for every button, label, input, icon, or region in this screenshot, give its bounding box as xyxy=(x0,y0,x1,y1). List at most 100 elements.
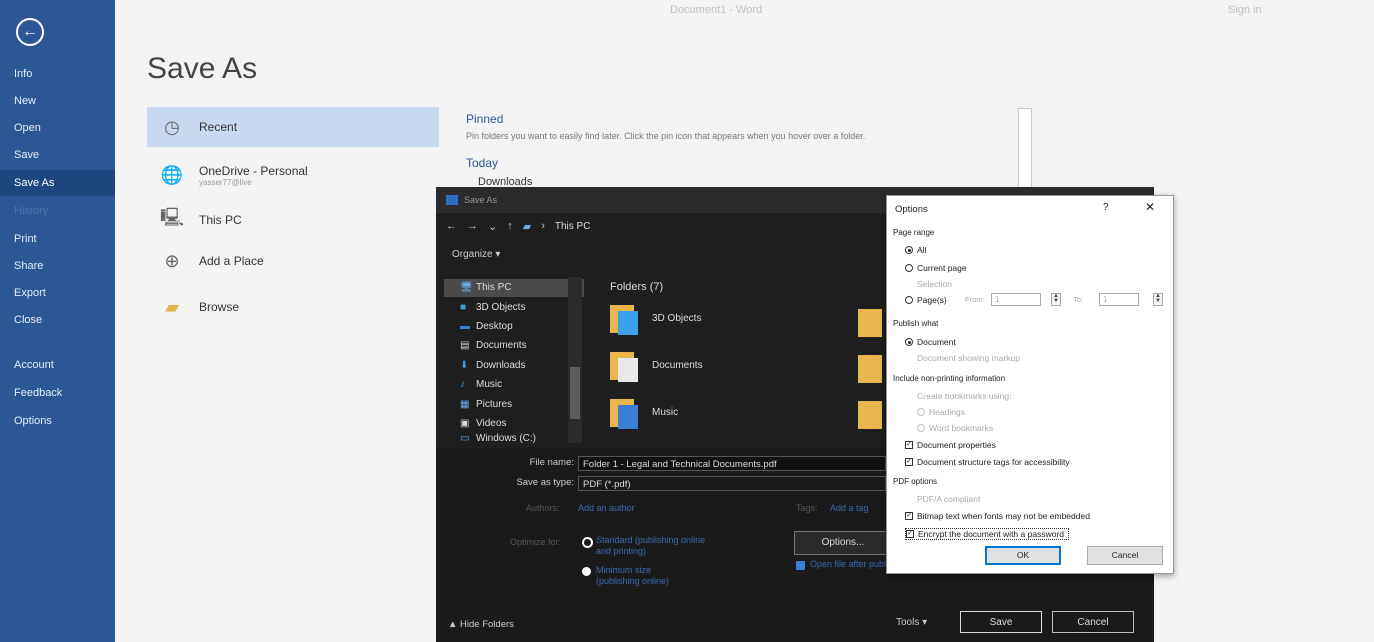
radio-label: Headings xyxy=(929,407,965,417)
document-radio[interactable]: Document xyxy=(905,337,956,347)
video-icon: ▣ xyxy=(460,418,470,429)
sidebar-item-info[interactable]: Info xyxy=(0,61,115,87)
encrypt-checkbox[interactable]: ✓ Encrypt the document with a password xyxy=(905,528,1069,540)
sidebar-item-account[interactable]: Account xyxy=(0,352,115,378)
breadcrumb-separator: › xyxy=(541,220,545,232)
nav-item-label: Documents xyxy=(476,340,527,351)
radio-label: Selection xyxy=(917,279,952,289)
to-spinner[interactable]: ▲ ▼ xyxy=(1153,293,1163,306)
file-name-input[interactable]: Folder 1 - Legal and Technical Documents… xyxy=(578,456,886,471)
organize-button[interactable]: Organize ▾ xyxy=(452,249,500,260)
nav-item-music[interactable]: ♪ Music xyxy=(460,376,502,394)
folder-icon[interactable] xyxy=(858,397,888,431)
open-after-checkbox[interactable] xyxy=(796,561,805,570)
to-input[interactable]: 1 xyxy=(1099,293,1139,306)
optimize-minimum-radio[interactable] xyxy=(582,567,591,576)
sidebar-item-feedback[interactable]: Feedback xyxy=(0,380,115,406)
from-spinner[interactable]: ▲ ▼ xyxy=(1051,293,1061,306)
options-button[interactable]: Options... xyxy=(794,531,892,555)
nav-item-documents[interactable]: ▤ Documents xyxy=(460,337,527,355)
sidebar-item-save[interactable]: Save xyxy=(0,142,115,168)
optimize-standard-radio[interactable] xyxy=(582,537,593,548)
breadcrumb[interactable]: This PC xyxy=(555,221,591,232)
location-onedrive[interactable]: 🌐 OneDrive - Personal yasser77@live xyxy=(147,155,439,195)
authors-field[interactable]: Add an author xyxy=(578,503,635,513)
radio-disabled xyxy=(917,424,925,432)
recent-folder-downloads[interactable]: Downloads xyxy=(478,176,558,188)
location-browse[interactable]: ▰ Browse xyxy=(147,287,439,327)
nav-item-label: Pictures xyxy=(476,399,513,410)
sidebar-item-open[interactable]: Open xyxy=(0,115,115,141)
nav-item-this-pc[interactable]: 🖥 This PC xyxy=(444,279,584,297)
checkbox-checked: ✓ xyxy=(905,458,913,466)
nav-item-downloads[interactable]: ⬇ Downloads xyxy=(460,357,525,375)
document-icon: ▤ xyxy=(460,340,470,351)
save-type-select[interactable]: PDF (*.pdf) xyxy=(578,476,886,491)
optimize-standard-label[interactable]: Standard (publishing online and printing… xyxy=(596,535,706,557)
scrollbar-thumb[interactable] xyxy=(570,367,580,419)
sidebar-item-new[interactable]: New xyxy=(0,88,115,114)
optimize-minimum-label[interactable]: Minimum size (publishing online) xyxy=(596,565,696,587)
pc-icon: 🖥 xyxy=(460,282,473,293)
bitmap-text-checkbox[interactable]: ✓ Bitmap text when fonts may not be embed… xyxy=(905,511,1090,521)
tools-button[interactable]: Tools ▾ xyxy=(896,617,927,628)
ok-button[interactable]: OK xyxy=(985,546,1061,565)
location-add-place[interactable]: ⊕ Add a Place xyxy=(147,241,439,281)
nav-item-3d-objects[interactable]: ■ 3D Objects xyxy=(460,299,525,317)
scrollbar[interactable] xyxy=(568,277,582,443)
radio-unselected xyxy=(905,296,913,304)
save-button[interactable]: Save xyxy=(960,611,1042,633)
nav-item-desktop[interactable]: ▬ Desktop xyxy=(460,318,513,336)
sidebar-item-print[interactable]: Print xyxy=(0,226,115,252)
tags-field[interactable]: Add a tag xyxy=(830,503,869,513)
folder-label: Documents xyxy=(652,359,703,371)
folder-icon[interactable] xyxy=(858,351,888,385)
options-cancel-button[interactable]: Cancel xyxy=(1087,546,1163,565)
folders-header[interactable]: Folders (7) xyxy=(610,281,663,293)
nav-item-label: Music xyxy=(476,379,503,390)
folder-documents[interactable]: Documents xyxy=(610,348,703,382)
save-type-label: Save as type: xyxy=(516,477,574,488)
current-page-radio[interactable]: Current page xyxy=(905,263,967,273)
forward-arrow-icon[interactable]: → xyxy=(467,220,478,232)
sidebar-item-save-as[interactable]: Save As xyxy=(0,170,115,196)
struct-tags-checkbox[interactable]: ✓ Document structure tags for accessibili… xyxy=(905,457,1070,467)
doc-properties-checkbox[interactable]: ✓ Document properties xyxy=(905,440,996,450)
help-icon[interactable]: ? xyxy=(1103,202,1109,213)
nav-item-windows-c[interactable]: ▭ Windows (C:) xyxy=(460,433,536,445)
nav-item-pictures[interactable]: ▦ Pictures xyxy=(460,396,512,414)
from-label: From: xyxy=(965,295,985,304)
pages-radio[interactable]: Page(s) xyxy=(905,295,947,305)
hide-folders-button[interactable]: ▲ Hide Folders xyxy=(448,619,514,630)
navigation-pane: 🖥 This PC ■ 3D Objects ▬ Desktop ▤ Documents… xyxy=(436,271,584,447)
location-recent[interactable]: ◷ Recent xyxy=(147,107,439,147)
close-icon[interactable]: ✕ xyxy=(1145,200,1155,214)
back-arrow-icon[interactable]: ← xyxy=(446,220,457,232)
pc-icon: 🖳 xyxy=(159,207,184,227)
all-radio[interactable]: All xyxy=(905,245,926,255)
location-this-pc[interactable]: 🖳 This PC xyxy=(147,200,439,240)
sidebar-item-share[interactable]: Share xyxy=(0,253,115,279)
folder-icon[interactable] xyxy=(858,305,888,339)
sidebar-item-options[interactable]: Options xyxy=(0,408,115,434)
up-arrow-icon[interactable]: ↑ xyxy=(507,220,513,232)
nonprint-header: Include non-printing information xyxy=(893,374,1006,383)
folder-3d-objects[interactable]: 3D Objects xyxy=(610,301,701,335)
account-name[interactable]: Sign in xyxy=(1228,4,1262,16)
from-input[interactable]: 1 xyxy=(991,293,1041,306)
pdf-options-header: PDF options xyxy=(893,477,938,486)
back-arrow-icon[interactable]: ← xyxy=(16,18,44,46)
radio-label: All xyxy=(917,245,927,255)
authors-label: Authors: xyxy=(526,503,560,513)
folder-music[interactable]: Music xyxy=(610,395,678,429)
cancel-button[interactable]: Cancel xyxy=(1052,611,1134,633)
pc-icon: ▰ xyxy=(522,220,532,233)
hide-folders-label: Hide Folders xyxy=(460,619,514,630)
nav-item-label: 3D Objects xyxy=(476,302,526,313)
scrollbar[interactable] xyxy=(1018,108,1032,190)
pdfa-checkbox: PDF/A compliant xyxy=(905,494,980,504)
sidebar-item-export[interactable]: Export xyxy=(0,280,115,306)
nav-item-videos[interactable]: ▣ Videos xyxy=(460,415,506,433)
sidebar-item-close[interactable]: Close xyxy=(0,307,115,333)
chevron-down-icon[interactable]: ⌄ xyxy=(488,220,497,233)
